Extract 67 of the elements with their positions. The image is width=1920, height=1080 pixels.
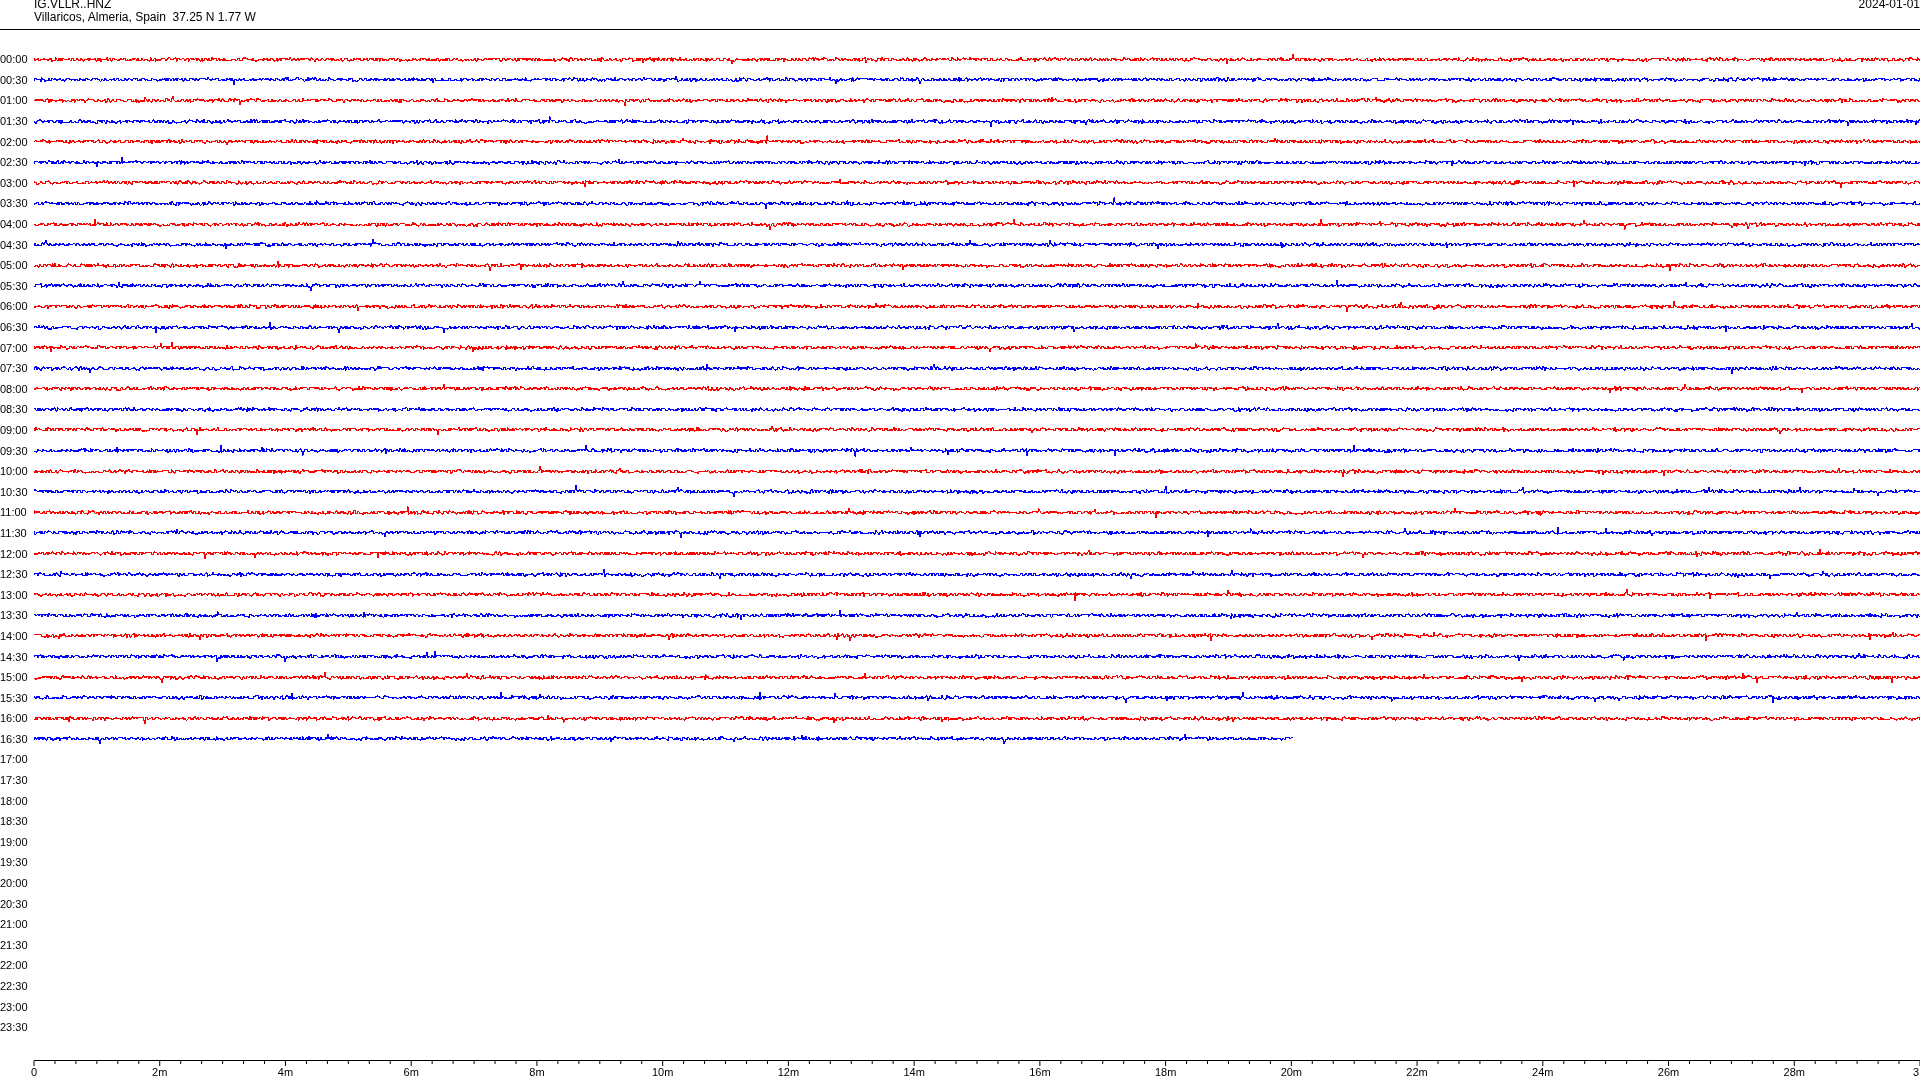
time-label: 03:30 <box>0 196 29 212</box>
time-label: 04:00 <box>0 217 29 233</box>
time-label: 02:30 <box>0 155 29 171</box>
time-label: 16:00 <box>0 711 29 727</box>
axis-label: 12m <box>777 1066 800 1078</box>
time-label: 22:00 <box>0 958 29 974</box>
axis-label: 20m <box>1280 1066 1303 1078</box>
time-label: 16:30 <box>0 731 29 747</box>
time-label: 00:30 <box>0 72 29 88</box>
time-label: 01:00 <box>0 93 29 109</box>
time-label: 09:30 <box>0 443 29 459</box>
time-label: 20:00 <box>0 876 29 892</box>
axis-label: 18m <box>1154 1066 1177 1078</box>
time-label: 22:30 <box>0 979 29 994</box>
axis-label: 8m <box>529 1066 545 1078</box>
time-label: 18:00 <box>0 793 29 809</box>
axis-label: 0 <box>30 1066 38 1078</box>
axis-label: 28m <box>1783 1066 1805 1078</box>
time-label: 23:00 <box>0 999 29 1015</box>
time-label: 13:30 <box>0 608 29 624</box>
time-label: 14:00 <box>0 628 29 644</box>
time-label: 08:00 <box>0 381 29 397</box>
time-label: 17:00 <box>0 752 29 768</box>
time-label: 06:30 <box>0 320 29 335</box>
time-label: 08:30 <box>0 402 29 418</box>
time-label: 23:30 <box>0 1020 29 1036</box>
time-label: 11:00 <box>0 505 28 521</box>
time-label: 09:00 <box>0 423 29 438</box>
station-location: Villaricos, Almeria, Spain 37.25 N 1.77 W <box>34 11 256 24</box>
time-label: 06:00 <box>0 299 29 315</box>
time-label: 17:30 <box>0 773 29 789</box>
time-label: 01:30 <box>0 114 29 130</box>
axis-label: 10m <box>651 1066 674 1078</box>
axis-label: 16m <box>1029 1066 1051 1078</box>
time-label: 05:00 <box>0 258 29 274</box>
time-label: 00:00 <box>0 52 29 68</box>
time-label: 07:00 <box>0 340 29 356</box>
station-code: IG.VLLR..HNZ <box>34 0 113 11</box>
axis-label: 26m <box>1657 1066 1680 1078</box>
axis-label: 2m <box>152 1066 168 1078</box>
time-label: 14:30 <box>0 649 29 665</box>
time-label: 19:30 <box>0 855 29 871</box>
time-label: 15:00 <box>0 670 29 686</box>
time-label: 10:00 <box>0 464 29 480</box>
axis-label: 3 <box>1913 1066 1920 1078</box>
time-label: 21:00 <box>0 917 29 933</box>
time-label: 15:30 <box>0 690 29 706</box>
time-label: 07:30 <box>0 361 29 377</box>
axis-label: 22m <box>1406 1066 1428 1078</box>
time-label: 21:30 <box>0 937 29 953</box>
time-label: 12:30 <box>0 567 29 583</box>
axis-label: 24m <box>1532 1066 1554 1078</box>
time-label: 20:30 <box>0 896 29 912</box>
axis-label: 6m <box>403 1066 419 1078</box>
time-label: 19:00 <box>0 834 29 850</box>
time-label: 12:00 <box>0 546 29 562</box>
date-label: 2024-01-01 <box>1858 0 1920 13</box>
axis-label: 4m <box>277 1066 294 1078</box>
time-label: 02:00 <box>0 134 29 150</box>
axis-label: 14m <box>903 1066 925 1078</box>
time-label: 11:30 <box>0 525 28 541</box>
time-label: 03:00 <box>0 175 29 191</box>
time-label: 10:30 <box>0 484 29 500</box>
time-label: 13:00 <box>0 587 29 603</box>
time-label: 05:30 <box>0 278 29 294</box>
time-label: 04:30 <box>0 237 29 253</box>
time-label: 18:30 <box>0 814 29 830</box>
